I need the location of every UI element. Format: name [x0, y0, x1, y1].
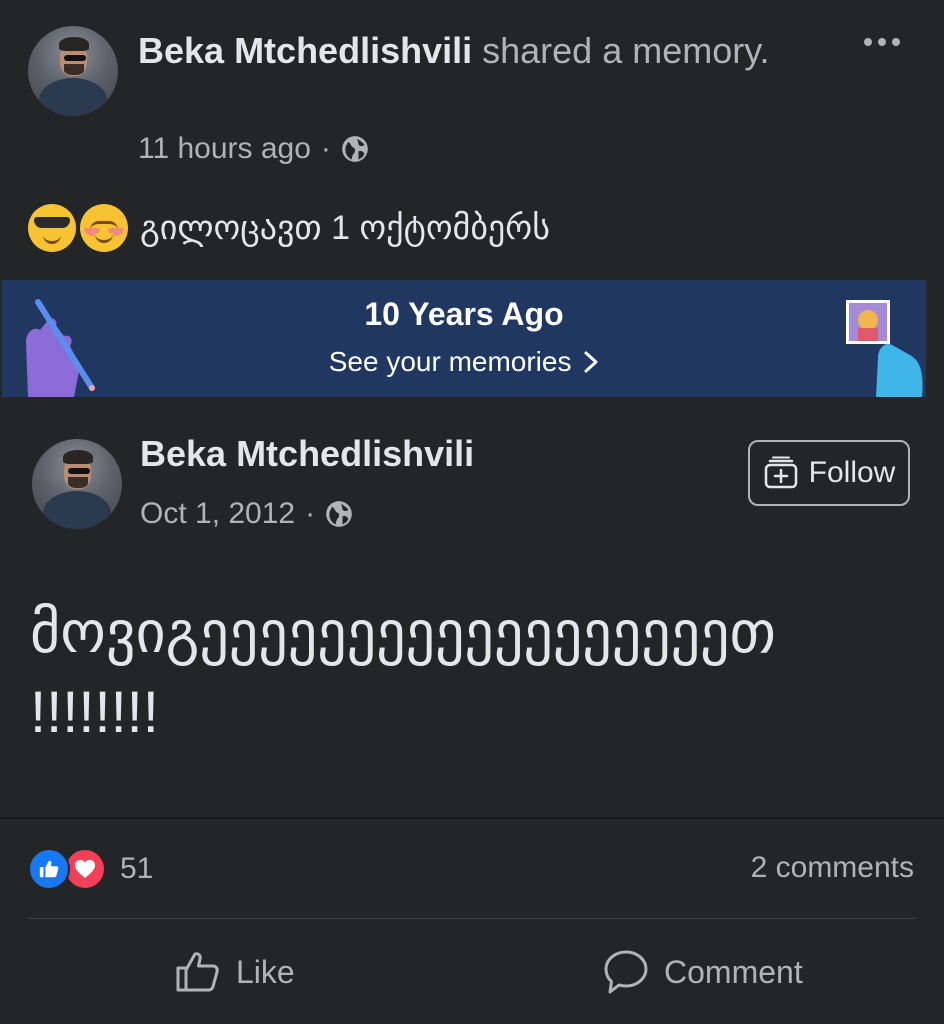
memories-banner[interactable]: 10 Years Ago See your memories	[2, 280, 926, 397]
sharer-name[interactable]: Beka Mtchedlishvili	[138, 30, 472, 71]
dot-icon	[864, 38, 872, 46]
banner-title: 10 Years Ago	[364, 296, 564, 332]
smiling-face-blushing-icon	[80, 204, 128, 252]
follow-button[interactable]: Follow	[748, 440, 910, 506]
memory-post: Beka Mtchedlishvili Oct 1, 2012 · Follow…	[0, 397, 944, 817]
post-card: Beka Mtchedlishvili shared a memory. 11 …	[0, 0, 944, 1024]
memory-post-text: მოვიგეეეეეეეეეეეეეეეეეეთ !!!!!!!!	[30, 600, 776, 745]
globe-icon	[326, 501, 352, 527]
globe-icon	[342, 136, 368, 162]
see-memories-label: See your memories	[328, 346, 572, 377]
speech-bubble-icon	[604, 950, 648, 994]
caption-text: გილოცავთ 1 ოქტომბერს	[140, 209, 551, 247]
dot-icon	[892, 38, 900, 46]
reaction-count: 51	[120, 852, 154, 885]
hand-holding-photo-icon	[846, 300, 923, 397]
meta-separator: ·	[320, 132, 331, 165]
original-author-name[interactable]: Beka Mtchedlishvili	[140, 433, 474, 475]
follow-icon	[764, 456, 797, 489]
share-caption: გილოცავთ 1 ოქტომბერს	[28, 204, 550, 252]
meta-separator: ·	[305, 497, 316, 530]
thumbs-up-icon	[176, 952, 219, 992]
more-options-button[interactable]	[856, 28, 908, 56]
comment-label: Comment	[664, 953, 803, 990]
see-memories-link[interactable]: See your memories	[2, 346, 926, 378]
comment-button[interactable]: Comment	[602, 944, 803, 1000]
share-action-text: shared a memory.	[472, 30, 770, 71]
like-label: Like	[236, 953, 295, 990]
share-header: Beka Mtchedlishvili shared a memory.	[138, 26, 798, 76]
chevron-right-icon	[584, 351, 598, 373]
smiling-face-with-sunglasses-icon	[28, 204, 76, 252]
like-button[interactable]: Like	[174, 944, 295, 1000]
original-post-date[interactable]: Oct 1, 2012	[140, 497, 295, 531]
share-time[interactable]: 11 hours ago	[138, 132, 311, 166]
original-post-meta: Oct 1, 2012 ·	[140, 497, 353, 531]
footer-divider	[28, 918, 916, 919]
like-reaction-icon	[28, 848, 70, 890]
section-divider	[0, 817, 944, 819]
follow-label: Follow	[808, 456, 896, 489]
dot-icon	[878, 38, 886, 46]
love-reaction-icon	[64, 848, 106, 890]
reactions-summary[interactable]: 51	[28, 848, 153, 890]
original-author-avatar[interactable]	[32, 439, 122, 529]
sharer-avatar[interactable]	[28, 26, 118, 116]
comments-count-link[interactable]: 2 comments	[751, 851, 914, 885]
share-meta: 11 hours ago ·	[138, 132, 369, 166]
